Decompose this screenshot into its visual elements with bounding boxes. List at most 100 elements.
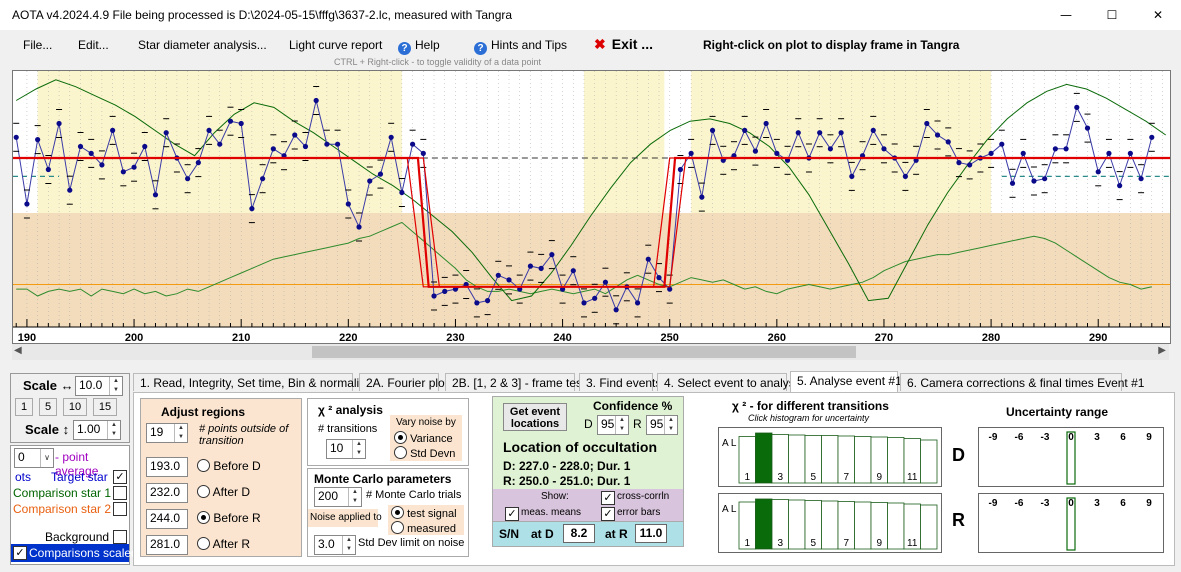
spinner-arrows-icon[interactable]: ▲ ▼ [174,424,187,442]
chevron-down-icon[interactable]: ∨ [40,449,53,467]
data-point [849,173,855,179]
chi-histogram-d-svg[interactable]: A L L1 3 5 7 9 11 [719,428,941,486]
data-point [67,187,73,193]
menu-edit[interactable]: Edit... [78,38,109,52]
tab-analyse-event[interactable]: 5. Analyse event #1 [790,371,902,392]
comparisons-scaled-row[interactable]: ✓ Comparisons scaled [11,544,138,562]
comparisons-scaled-checkbox[interactable]: ✓ [13,546,27,560]
plot-svg[interactable]: 190 200 210 220 230 240 250 260 270 280 290 [13,71,1170,343]
minimize-icon[interactable]: — [1043,0,1089,30]
data-point [495,272,501,278]
menu-help[interactable]: ? Help [398,38,440,55]
chi-bar [788,434,806,484]
confidence-r-input[interactable]: 95 ▲ ▼ [646,415,678,435]
tab-find-events[interactable]: 3. Find events [579,373,661,391]
data-point [870,127,876,133]
data-point [956,160,962,166]
data-point [56,120,62,127]
before-d-input[interactable]: 193.0 [146,457,188,477]
menu-hints-label: Hints and Tips [491,38,568,52]
hints-icon: ? [474,42,487,55]
confidence-d-input[interactable]: 95 ▲ ▼ [597,415,629,435]
point-average-select[interactable]: 0 ∨ [14,448,54,468]
spinner-arrows-icon[interactable]: ▲ ▼ [342,536,355,554]
data-point [409,141,416,147]
comp1-checkbox[interactable] [113,486,127,500]
stddev-radio[interactable]: Std Devn [394,446,455,460]
plot-scrollbar[interactable]: ◀ ▶ [12,344,1169,360]
data-point [581,300,587,306]
spinner-arrows-icon[interactable]: ▲ ▼ [615,416,628,434]
after-r-radio[interactable]: After R [197,537,250,551]
show-label: Show: [541,491,569,502]
transitions-input[interactable]: 10 ▲ ▼ [326,439,366,459]
std-limit-input[interactable]: 3.0 ▲ ▼ [314,535,356,555]
radio-icon [197,459,210,472]
region-before-r-band [584,71,665,213]
vary-noise-label: Vary noise by [396,417,456,428]
spinner-arrows-icon[interactable]: ▲ ▼ [352,440,365,458]
scale-v-input[interactable]: 1.00 ▲ ▼ [73,420,121,440]
adjust-regions-group: Adjust regions 19 ▲ ▼ # points outside of … [140,398,302,557]
mc-trials-input[interactable]: 200 ▲ ▼ [314,487,362,507]
variance-radio[interactable]: Variance [394,431,453,445]
spinner-arrows-icon[interactable]: ▲ ▼ [107,421,120,439]
data-point [527,263,534,269]
scale-v-label: Scale ↕ [25,422,70,437]
scale-h-input[interactable]: 10.0 ▲ ▼ [75,376,123,396]
scale-preset-button[interactable]: 15 [93,398,117,416]
uncertainty-d: -9 -6 -3 0 3 6 9 [978,427,1164,487]
measured-radio[interactable]: measured [391,521,456,535]
menu-hints[interactable]: ? Hints and Tips [474,38,567,55]
error-bars-checkbox[interactable]: ✓ [601,507,615,521]
tab-frame-test[interactable]: 2B. [1, 2 & 3] - frame test [445,373,585,391]
menu-file[interactable]: File... [23,38,52,52]
ctrl-hint: CTRL + Right-click - to toggle validity … [334,57,542,67]
before-r-input[interactable]: 244.0 [146,509,188,529]
spinner-arrows-icon[interactable]: ▲ ▼ [109,377,122,395]
spinner-arrows-icon[interactable]: ▲ ▼ [664,416,677,434]
cross-corr-checkbox[interactable]: ✓ [601,491,615,505]
before-d-radio[interactable]: Before D [197,459,261,473]
menu-exit[interactable]: ✖ Exit ... [594,36,653,53]
test-signal-radio[interactable]: test signal [391,506,457,520]
scrollbar-thumb[interactable] [312,346,856,358]
points-outside-input[interactable]: 19 ▲ ▼ [146,423,188,443]
get-event-locations-button[interactable]: Get event locations [503,403,567,431]
scale-preset-button[interactable]: 1 [15,398,33,416]
chi-histogram-d[interactable]: A L L 1 3 5 7 9 11 [718,427,942,487]
data-point [35,137,41,143]
comp2-checkbox[interactable] [113,502,127,516]
measured-label: measured [407,523,456,535]
tab-fourier[interactable]: 2A. Fourier plot [359,373,448,391]
after-d-input[interactable]: 232.0 [146,483,188,503]
chi-histogram-r[interactable]: A L L 1 3 5 7 9 11 [718,493,942,553]
after-r-input[interactable]: 281.0 [146,535,188,555]
meas-means-checkbox[interactable]: ✓ [505,507,519,521]
x-tick-label: 210 [232,332,250,343]
background-checkbox[interactable] [113,530,127,544]
scroll-left-icon[interactable]: ◀ [14,345,22,356]
scroll-right-icon[interactable]: ▶ [1158,345,1166,356]
chi-histogram-r-svg[interactable]: A L L1 3 5 7 9 11 [719,494,941,552]
tab-camera-corrections[interactable]: 6. Camera corrections & final times Even… [900,373,1144,391]
light-curve-plot[interactable]: 190 200 210 220 230 240 250 260 270 280 290 [12,70,1171,344]
x-tick-label: 290 [1089,332,1107,343]
data-point [570,268,576,274]
target-star-checkbox[interactable]: ✓ [113,470,127,484]
data-point [1009,180,1016,186]
maximize-icon[interactable]: ☐ [1089,0,1135,30]
tab-read[interactable]: 1. Read, Integrity, Set time, Bin & norm… [133,373,372,391]
menu-light-curve-report[interactable]: Light curve report [289,38,382,52]
before-r-radio[interactable]: Before R [197,511,261,525]
spinner-arrows-icon[interactable]: ▲ ▼ [348,488,361,506]
scale-preset-button[interactable]: 10 [63,398,87,416]
scale-preset-button[interactable]: 5 [39,398,57,416]
after-d-radio[interactable]: After D [197,485,250,499]
x-tick-label: 280 [982,332,1000,343]
std-limit-value: 3.0 [318,537,335,551]
tab-select-event[interactable]: 4. Select event to analyse [657,373,801,391]
chi-histogram-area: χ ² - for different transitions Click hi… [688,393,1168,563]
close-icon[interactable]: ✕ [1135,0,1181,30]
menu-star-diameter[interactable]: Star diameter analysis... [138,38,267,52]
